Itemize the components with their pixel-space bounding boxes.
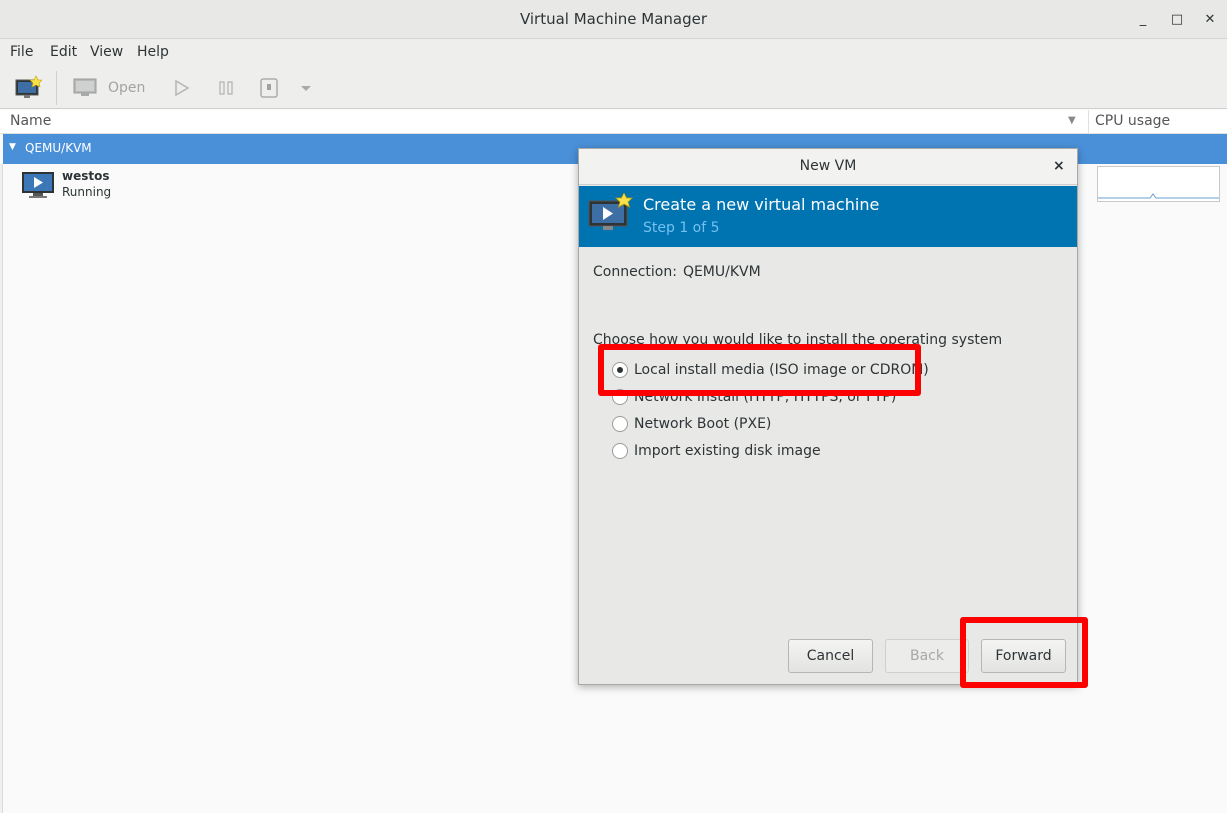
new-vm-icon (15, 75, 42, 98)
new-vm-button[interactable] (14, 75, 42, 101)
vm-status: Running (62, 185, 112, 199)
vm-name: westos (62, 169, 110, 183)
menubar: File Edit View Help (0, 39, 1227, 67)
radio-import-disk[interactable] (612, 443, 628, 459)
option-network-boot[interactable]: Network Boot (PXE) (612, 413, 771, 435)
vm-running-icon (22, 172, 54, 198)
wizard-step: Step 1 of 5 (643, 220, 720, 236)
expander-arrow-icon[interactable]: ▼ (9, 142, 16, 152)
connection-info-value: QEMU/KVM (682, 264, 761, 280)
connection-info-label: Connection: (593, 264, 677, 280)
play-icon (175, 79, 190, 97)
wizard-banner: Create a new virtual machine Step 1 of 5 (579, 186, 1077, 247)
wizard-title: Create a new virtual machine (643, 195, 880, 214)
cancel-button[interactable]: Cancel (788, 639, 873, 673)
vm-list-header: Name ▼ CPU usage (0, 110, 1227, 134)
option-import-disk[interactable]: Import existing disk image (612, 440, 821, 462)
sort-indicator-icon: ▼ (1068, 115, 1076, 126)
menu-edit[interactable]: Edit (50, 44, 77, 60)
window-titlebar: Virtual Machine Manager _ □ ✕ (0, 0, 1227, 39)
shutdown-button[interactable] (259, 75, 279, 101)
menu-help[interactable]: Help (137, 44, 169, 60)
open-button[interactable]: Open (72, 75, 145, 101)
toolbar: Open (0, 67, 1227, 109)
option-import-disk-label: Import existing disk image (634, 443, 821, 459)
column-separator (1088, 110, 1089, 134)
back-button[interactable]: Back (885, 639, 969, 673)
column-cpu-header[interactable]: CPU usage (1095, 113, 1170, 129)
shutdown-menu-button[interactable] (299, 75, 313, 101)
minimize-button[interactable]: _ (1135, 12, 1151, 28)
radio-network-boot[interactable] (612, 416, 628, 432)
dialog-close-button[interactable]: × (1053, 158, 1065, 174)
cpu-usage-sparkline (1098, 193, 1219, 199)
cpu-usage-graph (1097, 166, 1220, 202)
toolbar-separator (56, 71, 57, 105)
window-title: Virtual Machine Manager (519, 10, 708, 28)
left-window-edge (0, 164, 3, 813)
maximize-button[interactable]: □ (1169, 12, 1185, 28)
vm-row[interactable]: westos Running (3, 166, 563, 204)
pause-icon (219, 81, 233, 95)
dialog-titlebar: New VM × (579, 149, 1077, 185)
connection-info: Connection: QEMU/KVM (593, 264, 761, 280)
stop-icon (260, 78, 278, 98)
highlight-forward-box (960, 617, 1088, 688)
column-name-header[interactable]: Name (10, 113, 51, 129)
monitor-icon (73, 78, 97, 96)
menu-view[interactable]: View (90, 44, 123, 60)
dialog-title: New VM (799, 158, 857, 174)
menu-file[interactable]: File (10, 44, 33, 60)
new-vm-dialog: New VM × Create a new virtual machine St… (578, 148, 1078, 685)
highlight-local-media-box (598, 344, 921, 396)
connection-label: QEMU/KVM (25, 141, 92, 155)
dropdown-arrow-icon (301, 86, 311, 91)
pause-button[interactable] (217, 75, 235, 101)
option-network-boot-label: Network Boot (PXE) (634, 416, 772, 432)
close-window-button[interactable]: ✕ (1202, 12, 1218, 28)
open-label: Open (108, 80, 146, 96)
run-button[interactable] (173, 75, 191, 101)
new-vm-icon (588, 193, 633, 230)
